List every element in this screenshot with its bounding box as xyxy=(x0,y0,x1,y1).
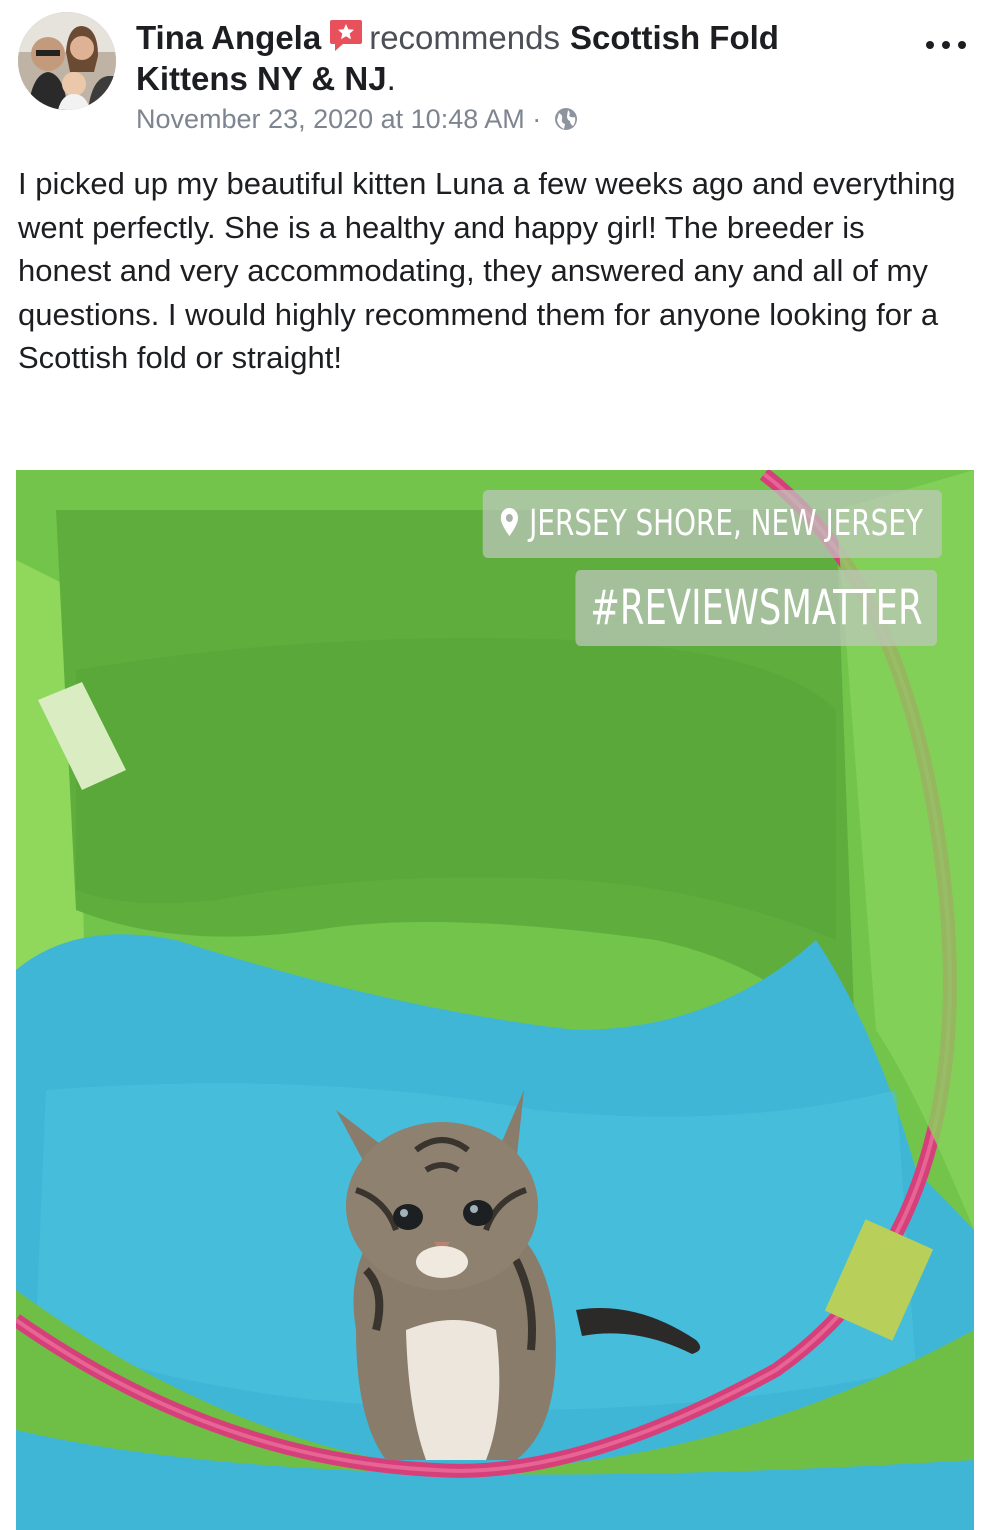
post-header-line-2: Kittens NY & NJ. xyxy=(136,59,896,99)
post-header: Tina Angela recommends Scottish Fold Kitt… xyxy=(0,0,986,150)
meta-separator: · xyxy=(524,104,549,134)
hashtag-sticker-text: #REVIEWSMATTER xyxy=(589,580,923,636)
author-avatar[interactable] xyxy=(18,12,116,110)
more-options-icon[interactable] xyxy=(926,30,966,60)
post-meta: November 23, 2020 at 10:48 AM · xyxy=(136,101,579,141)
recommends-text: recommends xyxy=(369,19,560,56)
author-name[interactable]: Tina Angela xyxy=(136,19,321,56)
post-header-line-1: Tina Angela recommends Scottish Fold xyxy=(136,18,896,58)
location-pin-icon xyxy=(500,492,519,560)
globe-icon[interactable] xyxy=(553,105,579,141)
recommended-page-name-part1[interactable]: Scottish Fold xyxy=(570,19,779,56)
recommend-star-icon xyxy=(329,18,363,52)
location-sticker: JERSEY SHORE, NEW JERSEY xyxy=(482,490,942,560)
page-name-period: . xyxy=(386,60,396,97)
post-timestamp[interactable]: November 23, 2020 at 10:48 AM xyxy=(136,104,525,134)
avatar-photo xyxy=(18,12,116,110)
post-photo[interactable]: JERSEY SHORE, NEW JERSEY #REVIEWSMATTER xyxy=(16,470,974,1530)
hashtag-sticker: #REVIEWSMATTER xyxy=(575,570,937,646)
recommended-page-name-part2[interactable]: Kittens NY & NJ xyxy=(136,60,387,97)
post-body-text: I picked up my beautiful kitten Luna a f… xyxy=(18,166,956,375)
location-sticker-text: JERSEY SHORE, NEW JERSEY xyxy=(529,503,924,544)
